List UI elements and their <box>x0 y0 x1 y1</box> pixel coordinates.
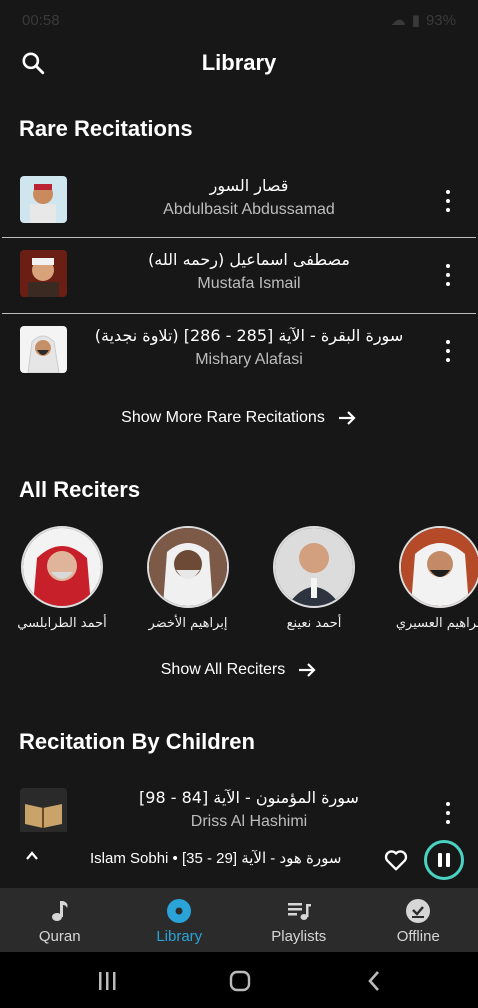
more-options-icon[interactable] <box>438 802 458 824</box>
wifi-icon: ☁ <box>390 12 406 29</box>
battery-level: 93% <box>425 11 456 29</box>
nav-label: Library <box>156 928 203 945</box>
status-bar: 00:58 ☁ ▮ 93% <box>0 0 478 40</box>
offline-download-icon <box>405 898 431 924</box>
reciter-card[interactable]: أحمد الطرابلسي <box>3 526 121 631</box>
recent-apps-icon[interactable] <box>96 970 118 992</box>
reciter-name: Driss Al Hashimi <box>190 813 308 830</box>
signal-icon: ▮ <box>411 12 420 29</box>
reciter-name: Mishary Alafasi <box>195 351 303 368</box>
reciters-carousel[interactable]: أحمد الطرابلسي إبراهيم الأخضر أحمد نعينع <box>0 526 478 641</box>
reciter-card[interactable]: إبراهيم العسيري <box>381 526 478 631</box>
rare-recitations-title: Rare Recitations <box>19 116 193 141</box>
nav-quran[interactable]: Quran <box>0 888 120 952</box>
reciter-card[interactable]: إبراهيم الأخضر <box>129 526 247 631</box>
show-all-reciters-label: Show All Reciters <box>160 661 286 678</box>
pause-button[interactable] <box>424 840 464 880</box>
reciter-name: إبراهيم الأخضر <box>148 616 228 631</box>
system-nav-bar <box>0 952 478 1008</box>
more-options-icon[interactable] <box>438 190 458 212</box>
reciter-name: Mustafa Ismail <box>197 275 301 292</box>
avatar <box>399 526 478 608</box>
more-options-icon[interactable] <box>438 264 458 286</box>
music-note-icon <box>47 898 73 924</box>
status-time: 00:58 <box>22 11 60 29</box>
reciter-name: Abdulbasit Abdussamad <box>163 201 335 218</box>
chevron-up-icon[interactable] <box>24 848 40 864</box>
nav-playlists[interactable]: Playlists <box>239 888 359 952</box>
search-icon[interactable] <box>20 50 46 76</box>
avatar <box>147 526 229 608</box>
nav-library[interactable]: Library <box>120 888 240 952</box>
nav-label: Offline <box>396 928 440 945</box>
page-title: Library <box>201 50 277 75</box>
disc-icon <box>166 898 192 924</box>
avatar <box>21 526 103 608</box>
recitation-title: مصطفى اسماعيل (رحمه الله) <box>148 250 350 269</box>
reciter-card[interactable]: أحمد نعينع <box>255 526 373 631</box>
heart-icon[interactable] <box>382 846 410 874</box>
mini-player[interactable]: Islam Sobhi • سورة هود - الآية [29 - 35] <box>0 832 478 888</box>
reciter-name: أحمد الطرابلسي <box>17 616 107 631</box>
bottom-nav: Quran Library Playlists Offline <box>0 888 478 952</box>
reciter-thumbnail <box>20 250 67 297</box>
recitation-title: سورة المؤمنون - الآية [84 - 98] <box>139 788 359 807</box>
show-more-rare-label: Show More Rare Recitations <box>121 409 325 426</box>
rare-recitation-row[interactable]: سورة البقرة - الآية [285 - 286] (تلاوة ن… <box>0 314 478 388</box>
more-options-icon[interactable] <box>438 340 458 362</box>
nav-label: Quran <box>38 928 81 945</box>
rare-recitation-row[interactable]: مصطفى اسماعيل (رحمه الله) Mustafa Ismail <box>0 238 478 312</box>
recitation-thumbnail <box>20 788 67 832</box>
reciter-name: أحمد نعينع <box>286 616 342 631</box>
nav-label: Playlists <box>271 928 327 945</box>
show-all-reciters-button[interactable]: Show All Reciters <box>0 660 478 680</box>
show-more-rare-button[interactable]: Show More Rare Recitations <box>0 408 478 428</box>
home-icon[interactable] <box>228 969 252 993</box>
arrow-right-icon <box>299 663 316 677</box>
arrow-right-icon <box>338 411 356 425</box>
playlist-icon <box>286 898 312 924</box>
recitation-title: قصار السور <box>209 176 289 195</box>
now-playing-text: Islam Sobhi • سورة هود - الآية [29 - 35] <box>90 850 342 867</box>
reciter-name: إبراهيم العسيري <box>395 616 478 631</box>
recitation-title: سورة البقرة - الآية [285 - 286] (تلاوة ن… <box>94 326 404 345</box>
nav-offline[interactable]: Offline <box>359 888 478 952</box>
reciter-thumbnail <box>20 176 67 223</box>
back-icon[interactable] <box>364 969 386 993</box>
children-recitations-title: Recitation By Children <box>19 729 255 754</box>
avatar <box>273 526 355 608</box>
all-reciters-title: All Reciters <box>19 477 141 502</box>
reciter-thumbnail <box>20 326 67 373</box>
app-header: Library <box>0 40 478 86</box>
children-recitation-row[interactable]: سورة المؤمنون - الآية [84 - 98] Driss Al… <box>0 776 478 832</box>
rare-recitation-row[interactable]: قصار السور Abdulbasit Abdussamad <box>0 164 478 238</box>
